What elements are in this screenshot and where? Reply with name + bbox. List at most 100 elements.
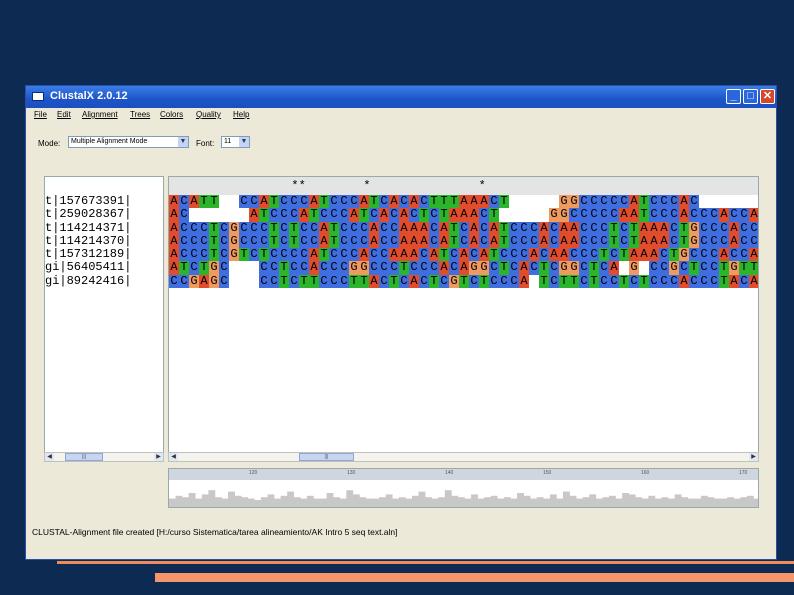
quality-bar — [418, 491, 426, 507]
quality-bar — [313, 498, 321, 507]
quality-bar — [628, 494, 636, 507]
quality-bar — [241, 497, 249, 507]
sequence-row[interactable]: ATCTGC CCTCCACCCGGCCCTCCCACAGGCTCACTCGGC… — [169, 261, 758, 275]
quality-bar — [451, 495, 459, 507]
maximize-button[interactable]: □ — [743, 89, 758, 104]
menu-alignment[interactable]: Alignment — [82, 110, 118, 119]
quality-bar — [385, 494, 393, 507]
menu-help[interactable]: Help — [233, 110, 249, 119]
sequence-name[interactable]: t|157312189| — [45, 247, 163, 261]
quality-bar — [484, 497, 492, 507]
quality-bar — [661, 497, 669, 507]
quality-bar — [477, 498, 485, 507]
sequence-names-panel[interactable]: t|157673391| t|259028367| t|114214371| t|11… — [44, 176, 164, 454]
title-bar[interactable]: ClustalX 2.0.12 _ □ ✕ — [26, 86, 776, 108]
alignment-scrollbar[interactable]: ◀ ||| ▶ — [168, 452, 759, 462]
quality-bar — [254, 500, 262, 507]
sequence-name[interactable]: t|114214371| — [45, 221, 163, 235]
scroll-thumb[interactable]: ||| — [65, 453, 103, 461]
quality-bar — [727, 497, 735, 507]
sequence-row[interactable]: ACATT CCATCCCATCCCATCACACTTTAAACT GGCCCC… — [169, 194, 758, 209]
quality-bar — [543, 498, 551, 507]
menu-colors[interactable]: Colors — [160, 110, 183, 119]
quality-bar — [280, 495, 288, 507]
quality-bar — [326, 493, 334, 507]
decorative-stripe — [155, 573, 794, 582]
quality-bar — [431, 498, 439, 507]
quality-bar — [714, 498, 721, 507]
toolbar: Mode: Multiple Alignment Mode ▼ Font: 11… — [26, 125, 776, 155]
chevron-down-icon: ▼ — [178, 137, 188, 147]
sequence-name[interactable]: gi|56405411| — [45, 261, 163, 275]
font-select[interactable]: 11 ▼ — [221, 136, 250, 148]
quality-bar — [300, 498, 308, 507]
quality-ruler-panel: 120 130 140 150 160 170 — [168, 468, 759, 508]
sequence-row[interactable]: ACCCTCGTCTCCCCATCCCACCAAACATCACATCCCACAA… — [169, 247, 758, 262]
quality-bar — [549, 494, 557, 507]
quality-bar — [563, 491, 570, 507]
sequence-name[interactable]: t|114214370| — [45, 234, 163, 248]
quality-bar — [214, 497, 222, 507]
mode-select[interactable]: Multiple Alignment Mode ▼ — [68, 136, 189, 148]
status-bar: CLUSTAL-Alignment file created [H:/curso… — [32, 527, 398, 537]
quality-bar — [720, 498, 728, 507]
scroll-left-icon[interactable]: ◀ — [169, 453, 178, 461]
menu-trees[interactable]: Trees — [130, 110, 150, 119]
ruler-tick: 160 — [641, 470, 650, 476]
ruler-tick: 150 — [543, 470, 552, 476]
sequence-row[interactable]: AC ATCCCATCCCATCACACTCTAAACT GGCCCCCAATC… — [169, 207, 758, 222]
quality-bar — [635, 497, 643, 507]
quality-bar — [694, 498, 702, 507]
sequence-row[interactable]: ACCCTCGCCCTCTCCATCCCACCAAACATCACATCCCACA… — [169, 234, 758, 249]
sequence-row[interactable]: CCGAGC CCTCTTCCCTTACTCACTCGTCTCCCA TCTTC… — [169, 274, 758, 289]
quality-histogram — [169, 490, 758, 507]
quality-bar — [490, 495, 498, 507]
quality-bar — [740, 497, 748, 507]
scroll-left-icon[interactable]: ◀ — [45, 453, 54, 461]
quality-bar — [668, 498, 675, 507]
scroll-right-icon[interactable]: ▶ — [749, 453, 758, 461]
quality-bar — [753, 498, 758, 507]
quality-bar — [536, 497, 544, 507]
sequence-name[interactable]: t|157673391| — [45, 194, 163, 208]
quality-bar — [320, 498, 327, 507]
sequence-name[interactable]: t|259028367| — [45, 207, 163, 221]
sequence-name[interactable]: gi|89242416| — [45, 274, 163, 288]
quality-bar — [674, 494, 682, 507]
menu-quality[interactable]: Quality — [196, 110, 221, 119]
quality-bar — [306, 495, 314, 507]
quality-bar — [274, 498, 281, 507]
quality-bar — [182, 497, 189, 507]
quality-bar — [471, 494, 478, 507]
menu-file[interactable]: File — [34, 110, 47, 119]
quality-bar — [589, 494, 597, 507]
quality-bar — [398, 497, 406, 507]
quality-bar — [608, 495, 616, 507]
name-list: t|157673391| t|259028367| t|114214371| t|11… — [45, 194, 163, 288]
quality-bar — [510, 498, 518, 507]
quality-bar — [517, 493, 524, 507]
quality-bar — [576, 498, 583, 507]
app-icon — [32, 92, 44, 101]
scroll-right-icon[interactable]: ▶ — [154, 453, 163, 461]
font-select-value: 11 — [224, 138, 232, 145]
quality-bar — [234, 495, 242, 507]
quality-bar — [188, 493, 196, 507]
quality-bar — [175, 495, 183, 507]
menu-bar: File Edit Alignment Trees Colors Quality… — [26, 108, 776, 125]
quality-bar — [733, 498, 741, 507]
menu-edit[interactable]: Edit — [57, 110, 71, 119]
quality-bar — [379, 497, 386, 507]
close-button[interactable]: ✕ — [760, 89, 775, 104]
alignment-panel[interactable]: ** * * ACATT CCATCCCATCCCATCACACTTTAAACT… — [168, 176, 759, 454]
names-scrollbar[interactable]: ◀ ||| ▶ — [44, 452, 164, 462]
quality-bar — [444, 490, 452, 507]
font-label: Font: — [196, 139, 215, 148]
quality-bar — [569, 495, 577, 507]
quality-bar — [746, 495, 754, 507]
quality-bar — [681, 497, 689, 507]
minimize-button[interactable]: _ — [726, 89, 741, 104]
quality-bar — [582, 497, 590, 507]
scroll-thumb[interactable]: ||| — [299, 453, 354, 461]
sequence-row[interactable]: ACCCTCGCCCTCTCCATCCCACCAAACATCACATCCCACA… — [169, 221, 758, 235]
